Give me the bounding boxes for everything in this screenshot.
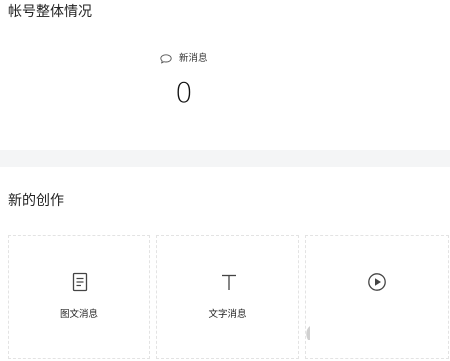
partial-shape-decoration: [306, 326, 310, 340]
new-creation-title: 新的创作: [8, 193, 64, 209]
create-article-card[interactable]: 图文消息: [8, 235, 150, 359]
create-text-label: 文字消息: [208, 309, 247, 320]
new-messages-label: 新消息: [179, 53, 208, 64]
text-t-icon: [222, 274, 236, 290]
play-circle-icon: [368, 273, 386, 291]
create-text-card[interactable]: 文字消息: [156, 235, 299, 359]
account-overview-title: 帐号整体情况: [8, 4, 92, 20]
account-overview-section: 帐号整体情况 新消息 0: [0, 0, 450, 150]
chat-bubble-icon: [160, 54, 172, 64]
create-article-label: 图文消息: [59, 309, 98, 320]
document-icon: [72, 272, 88, 292]
section-divider: [0, 150, 450, 167]
create-video-card[interactable]: [305, 235, 449, 359]
new-messages-count: 0: [175, 76, 193, 109]
